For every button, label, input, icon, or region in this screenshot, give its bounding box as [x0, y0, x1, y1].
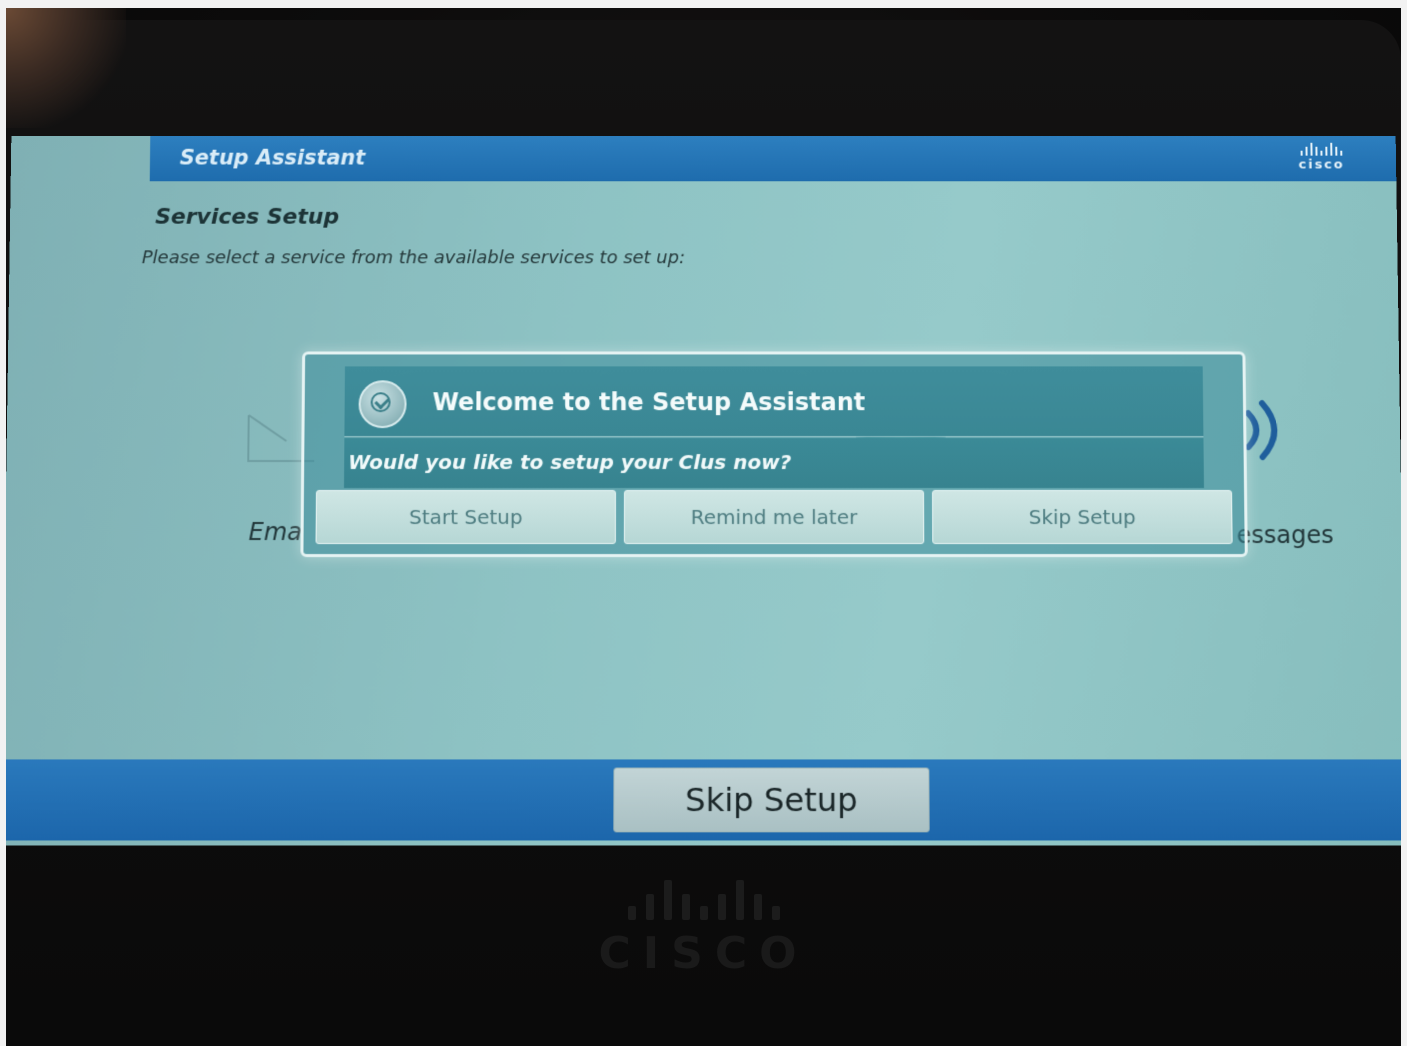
- app-title: Setup Assistant: [179, 145, 366, 170]
- photo-border: [0, 0, 1407, 8]
- welcome-dialog: Welcome to the Setup Assistant Would you…: [300, 351, 1248, 558]
- photo-frame: Setup Assistant cisco Services Setup Ple…: [0, 0, 1407, 1046]
- dialog-header: Welcome to the Setup Assistant: [344, 366, 1204, 437]
- dialog-button-row: Start Setup Remind me later Skip Setup: [315, 489, 1233, 546]
- service-email-label[interactable]: Ema: [248, 518, 302, 546]
- dialog-question-row: Would you like to setup your Clus now?: [344, 438, 1204, 488]
- cisco-logo-word: cisco: [1298, 157, 1345, 173]
- skip-setup-button[interactable]: Skip Setup: [613, 767, 930, 833]
- checkmark-icon: [358, 380, 407, 429]
- dialog-title: Welcome to the Setup Assistant: [432, 388, 866, 417]
- dialog-question: Would you like to setup your Clus now?: [348, 450, 792, 475]
- voicemail-icon[interactable]: [1240, 395, 1291, 465]
- photo-border: [1401, 0, 1407, 1046]
- service-messages-label[interactable]: essages: [1236, 521, 1333, 549]
- dialog-skip-setup-button[interactable]: Skip Setup: [932, 489, 1233, 545]
- device-logo-word: CISCO: [598, 928, 809, 979]
- dialog-divider: [344, 436, 1204, 438]
- device-logo-bars: [0, 880, 1407, 920]
- bottom-bar: Skip Setup: [0, 759, 1407, 841]
- device-screen: Setup Assistant cisco Services Setup Ple…: [0, 135, 1407, 846]
- cisco-logo: cisco: [1277, 142, 1367, 177]
- cisco-logo-bars: [1277, 142, 1367, 156]
- photo-border: [0, 0, 6, 1046]
- title-bar: Setup Assistant cisco: [149, 135, 1397, 182]
- start-setup-button[interactable]: Start Setup: [315, 489, 616, 545]
- device-cisco-logo: CISCO: [0, 880, 1407, 979]
- desk-background: [6, 8, 126, 128]
- remind-later-button[interactable]: Remind me later: [623, 489, 925, 545]
- page-subtitle: Please select a service from the availab…: [141, 247, 686, 269]
- page-title: Services Setup: [155, 204, 340, 230]
